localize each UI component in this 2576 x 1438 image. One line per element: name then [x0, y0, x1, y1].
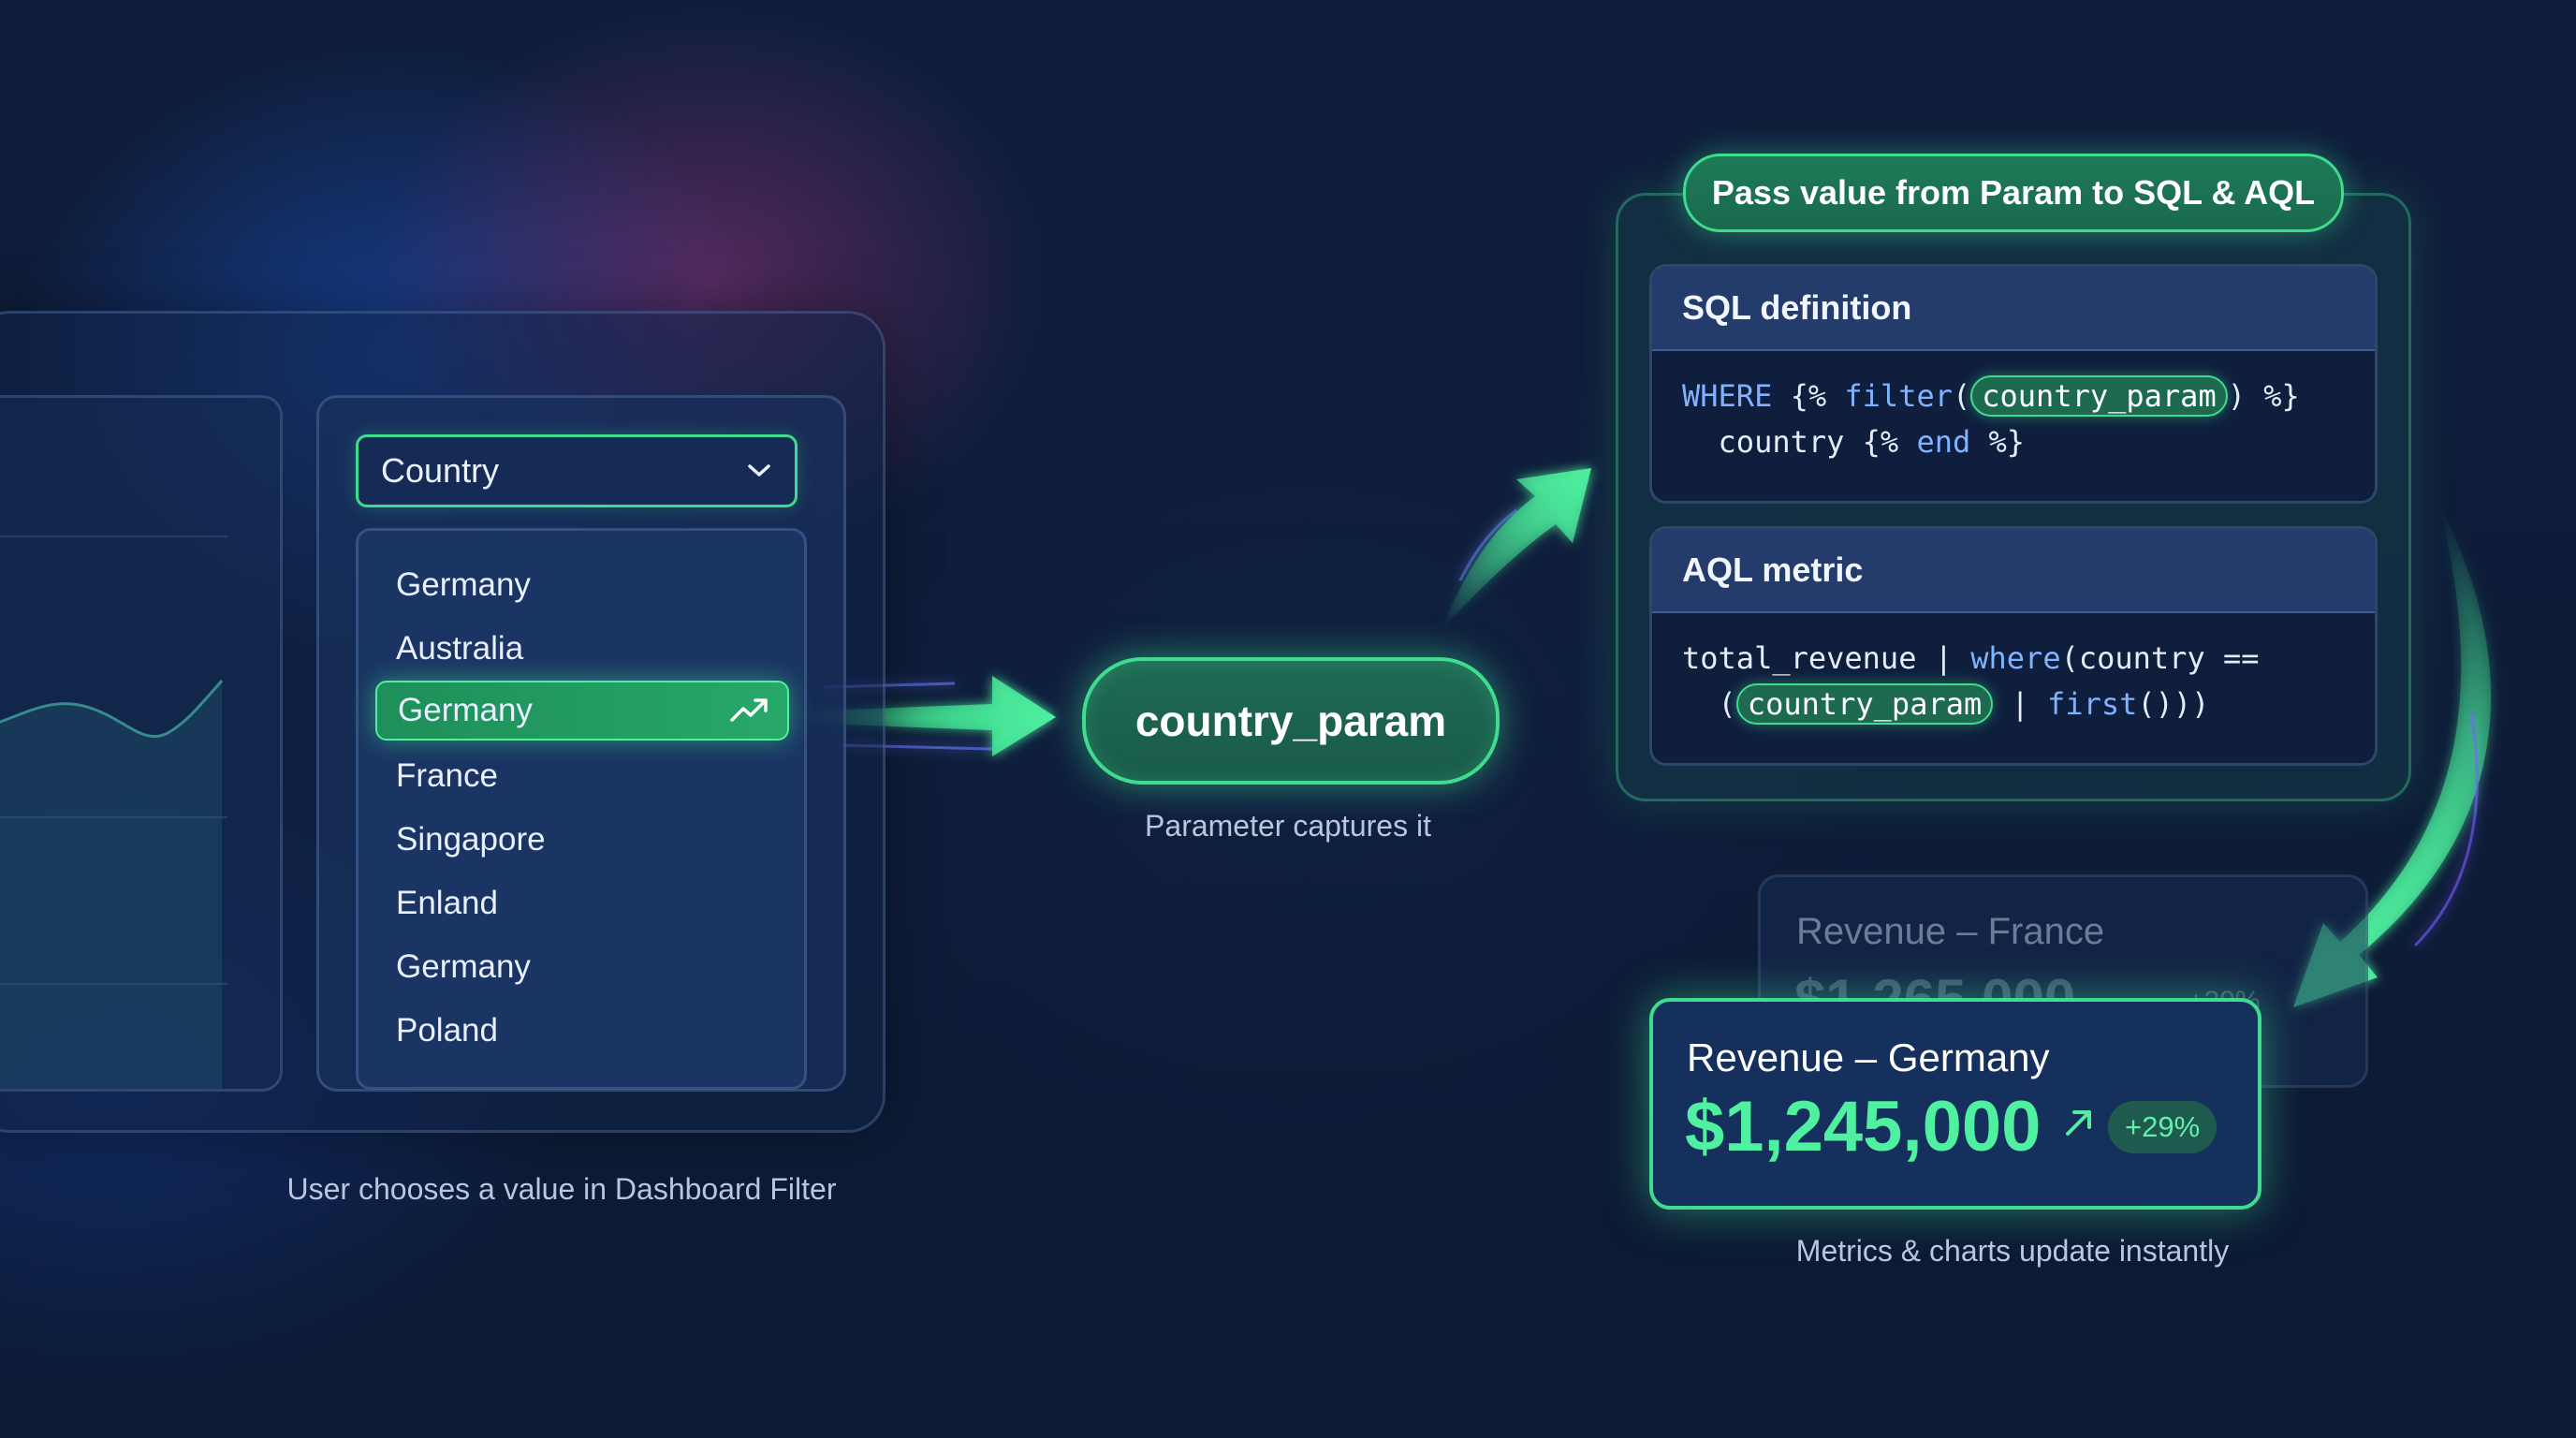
code-keyword: filter	[1844, 378, 1953, 414]
code-text: country {%	[1682, 424, 1917, 460]
arrow-up-right-icon	[2066, 1110, 2091, 1136]
option-label: Australia	[396, 630, 524, 667]
background-chart	[0, 536, 227, 1089]
chart-card	[0, 395, 283, 1092]
code-text: {%	[1772, 378, 1845, 414]
option-germany-selected[interactable]: Germany	[375, 681, 789, 741]
option-label: Poland	[396, 1012, 498, 1049]
option-label: Germany	[396, 566, 531, 603]
code-text: total_revenue |	[1682, 640, 1971, 676]
option-label: France	[396, 757, 498, 794]
code-text: |	[1993, 686, 2048, 722]
trending-up-icon	[730, 698, 768, 722]
country-options-list: Germany Australia Germany France Singapo…	[356, 528, 807, 1090]
filter-caption: User chooses a value in Dashboard Filter	[286, 1172, 837, 1206]
aql-code: total_revenue | where(country == (countr…	[1652, 613, 2375, 727]
param-caption: Parameter captures it	[1145, 809, 1431, 843]
option-label: Germany	[396, 948, 531, 985]
code-text: %}	[1970, 424, 2026, 460]
option-germany[interactable]: Germany	[375, 937, 789, 997]
code-keyword: WHERE	[1682, 378, 1773, 414]
aql-metric-title: AQL metric	[1652, 529, 2375, 613]
code-keyword: end	[1916, 424, 1971, 460]
param-reference-chip: country_param	[1735, 683, 1994, 725]
option-poland[interactable]: Poland	[375, 1001, 789, 1061]
option-enland[interactable]: Enland	[375, 873, 789, 933]
revenue-delta-badge: +29%	[2108, 1101, 2217, 1153]
country-select-label: Country	[381, 451, 500, 490]
result-caption: Metrics & charts update instantly	[1795, 1234, 2230, 1268]
code-text: ()))	[2137, 686, 2210, 722]
option-label: Enland	[396, 885, 498, 921]
code-text: (country ==	[2060, 640, 2260, 676]
code-text: (	[1952, 378, 1971, 414]
revenue-value: $1,245,000	[1685, 1087, 2042, 1167]
arrow-param-to-sql	[1442, 468, 1591, 629]
option-singapore[interactable]: Singapore	[375, 810, 789, 870]
revenue-card-germany: Revenue – Germany $1,245,000 +29%	[1649, 998, 2261, 1210]
option-germany[interactable]: Germany	[375, 555, 789, 615]
country-select[interactable]: Country	[356, 434, 798, 507]
option-label: Germany	[398, 692, 533, 728]
sql-definition-title: SQL definition	[1652, 267, 2375, 351]
code-text: ) %}	[2227, 378, 2300, 414]
code-keyword: where	[1970, 640, 2061, 676]
country-param-pill: country_param	[1082, 657, 1500, 785]
option-australia[interactable]: Australia	[375, 619, 789, 679]
param-reference-chip: country_param	[1970, 375, 2228, 417]
code-keyword: first	[2047, 686, 2138, 722]
sql-code: WHERE {% filter(country_param) %} countr…	[1652, 351, 2375, 465]
aql-metric-card: AQL metric total_revenue | where(country…	[1649, 526, 2378, 766]
sql-definition-card: SQL definition WHERE {% filter(country_p…	[1649, 264, 2378, 504]
option-france[interactable]: France	[375, 746, 789, 806]
chevron-down-icon	[748, 464, 770, 477]
pass-value-title: Pass value from Param to SQL & AQL	[1683, 154, 2344, 232]
code-text: (	[1682, 686, 1736, 722]
option-label: Singapore	[396, 821, 546, 858]
revenue-title: Revenue – Germany	[1687, 1035, 2050, 1079]
revenue-title: Revenue – France	[1796, 911, 2105, 952]
